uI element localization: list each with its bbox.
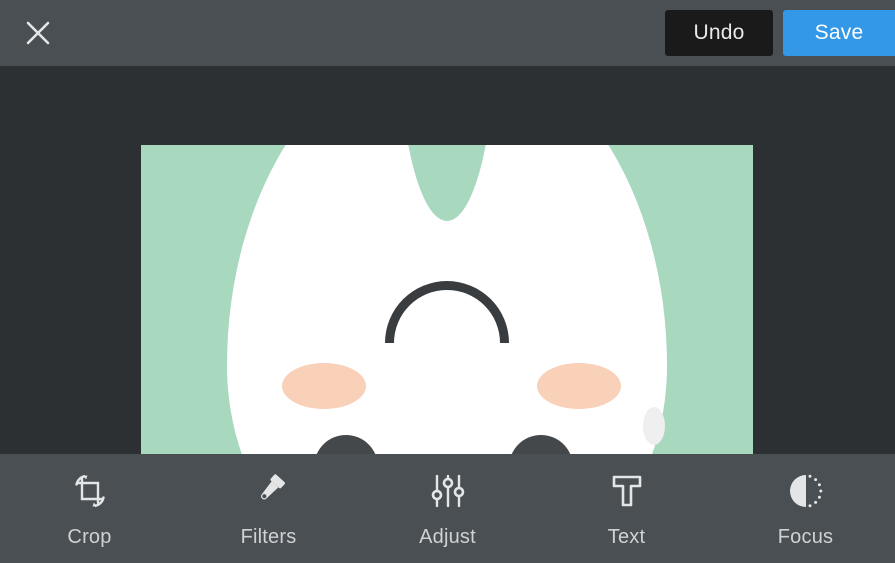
close-icon [25,20,51,46]
focus-icon [783,468,829,514]
sliders-icon [425,468,471,514]
brush-icon [246,468,292,514]
tool-text[interactable]: Text [537,454,716,563]
editor-header: Undo Save [0,0,895,66]
character-cheek-right [537,363,621,409]
tool-label-focus: Focus [777,526,834,548]
tool-adjust[interactable]: Adjust [358,454,537,563]
save-button[interactable]: Save [783,10,895,56]
tool-crop[interactable]: Crop [0,454,179,563]
photo-editor-app: Undo Save Crop Filters Adjust Text Focus [0,0,895,563]
character-cheek-left [282,363,366,409]
character-highlight [643,407,665,445]
text-icon [604,468,650,514]
tool-label-crop: Crop [67,526,112,548]
tool-label-text: Text [607,526,646,548]
editor-toolbar: Crop Filters Adjust Text Focus [0,454,895,563]
tool-focus[interactable]: Focus [716,454,895,563]
tool-label-adjust: Adjust [419,526,476,548]
photo-preview[interactable] [141,145,753,475]
tool-label-filters: Filters [240,526,297,548]
tool-filters[interactable]: Filters [179,454,358,563]
undo-button[interactable]: Undo [665,10,773,56]
close-button[interactable] [18,13,58,53]
crop-icon [67,468,113,514]
